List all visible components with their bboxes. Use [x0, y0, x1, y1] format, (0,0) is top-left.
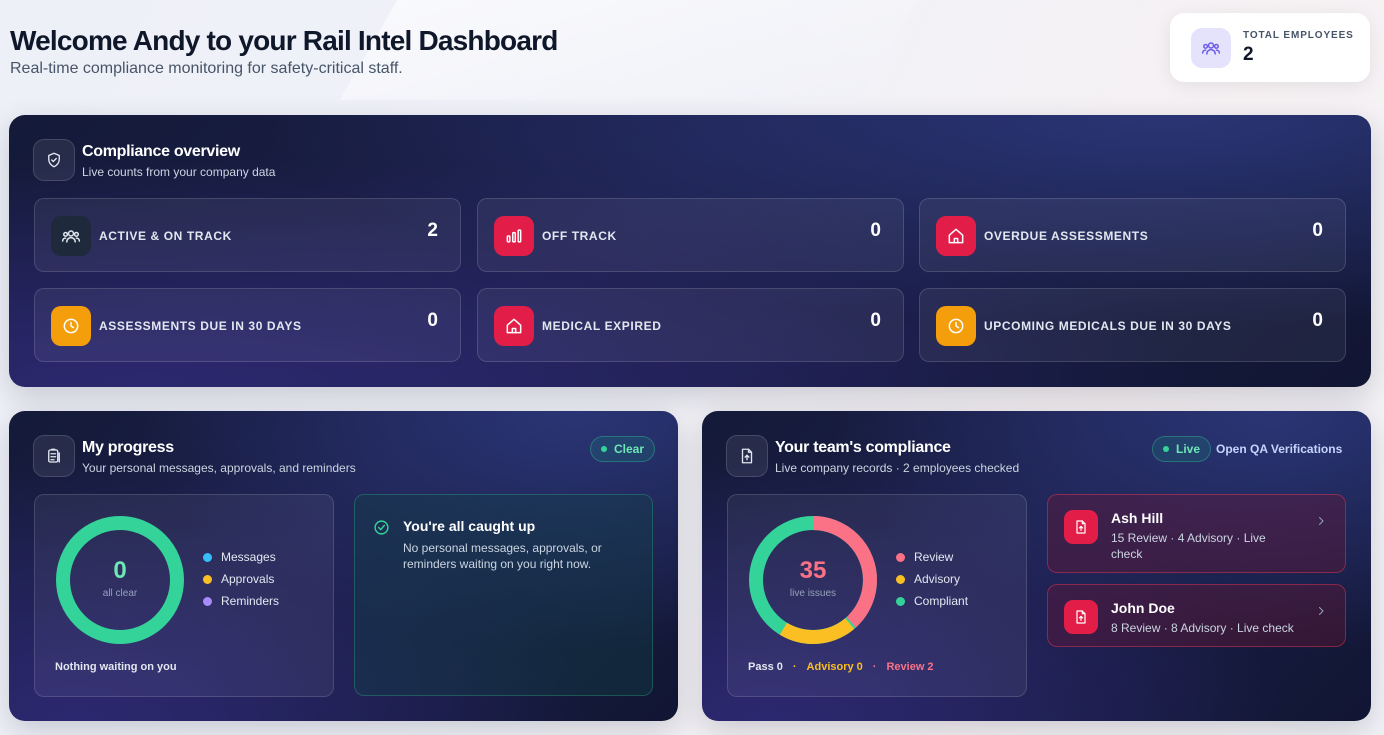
stat-label: MEDICAL EXPIRED: [542, 319, 662, 333]
caught-up-title: You're all caught up: [403, 518, 536, 534]
legend-label: Review: [914, 550, 954, 564]
legend-dot: [203, 552, 212, 562]
open-qa-verifications-link[interactable]: Open QA Verifications: [1216, 442, 1342, 456]
legend-label: Advisory: [914, 572, 961, 586]
legend-item: Compliant: [896, 590, 968, 612]
total-employees-card: TOTAL EMPLOYEES 2: [1170, 13, 1370, 82]
chevron-right-icon: [1319, 607, 1324, 615]
person-name: Ash Hill: [1111, 510, 1164, 526]
team-chart-box: 35 live issues Review Advisory Compliant…: [727, 494, 1027, 697]
page-title: Welcome Andy to your Rail Intel Dashboar…: [10, 25, 558, 56]
stat-off-track[interactable]: OFF TRACK 0: [477, 198, 904, 272]
legend-dot: [203, 574, 212, 584]
stat-overdue-assessments[interactable]: OVERDUE ASSESSMENTS 0: [919, 198, 1346, 272]
stat-medical-expired[interactable]: MEDICAL EXPIRED 0: [477, 288, 904, 362]
file-upload-icon: [1064, 510, 1098, 544]
status-badge: Live: [1152, 436, 1212, 462]
stat-upcoming-medicals[interactable]: UPCOMING MEDICALS DUE IN 30 DAYS 0: [919, 288, 1346, 362]
legend-item: Approvals: [203, 568, 279, 590]
home-icon: [494, 306, 534, 346]
status-dot: [1163, 446, 1169, 452]
legend-dot: [896, 552, 905, 562]
shield-check-icon: [33, 139, 75, 181]
status-badge: Clear: [590, 436, 656, 462]
stat-active-on-track[interactable]: ACTIVE & ON TRACK 2: [34, 198, 461, 272]
legend-item: Advisory: [896, 568, 968, 590]
stat-value: 0: [870, 220, 881, 241]
legend-label: Reminders: [221, 594, 280, 608]
panel-title: Your team's compliance: [775, 439, 951, 456]
team-summary: Pass 0 · Advisory 0 · Review 2: [748, 661, 934, 673]
panel-title: My progress: [82, 439, 174, 456]
caught-up-card: You're all caught up No personal message…: [354, 494, 653, 696]
page-subtitle: Real-time compliance monitoring for safe…: [10, 60, 403, 77]
donut-value: 0: [113, 557, 127, 584]
status-badge-label: Live: [1176, 442, 1201, 456]
legend-dot: [896, 596, 905, 606]
legend-item: Review: [896, 546, 968, 568]
stat-value: 0: [1312, 310, 1323, 331]
legend-label: Messages: [221, 550, 276, 564]
legend-label: Approvals: [221, 572, 275, 586]
legend-item: Reminders: [203, 590, 279, 612]
summary-separator: ·: [872, 661, 877, 673]
stat-label: OVERDUE ASSESSMENTS: [984, 229, 1149, 243]
stat-value: 2: [427, 220, 438, 241]
clock-icon: [936, 306, 976, 346]
my-progress-panel: My progress Your personal messages, appr…: [9, 411, 678, 721]
summary-pass: Pass 0: [748, 661, 783, 673]
stat-label: UPCOMING MEDICALS DUE IN 30 DAYS: [984, 319, 1232, 333]
donut-caption: live issues: [789, 588, 837, 599]
panel-subtitle: Live company records · 2 employees check…: [775, 461, 1020, 475]
legend-dot: [896, 574, 905, 584]
home-icon: [936, 216, 976, 256]
clock-icon: [51, 306, 91, 346]
summary-advisory: Advisory 0: [806, 661, 863, 673]
total-employees-value: 2: [1243, 43, 1254, 65]
stat-label: OFF TRACK: [542, 229, 617, 243]
progress-footer: Nothing waiting on you: [55, 661, 177, 673]
users-icon: [1191, 27, 1231, 68]
total-employees-label: TOTAL EMPLOYEES: [1243, 29, 1354, 41]
status-dot: [601, 446, 607, 452]
stat-value: 0: [427, 310, 438, 331]
stat-label: ACTIVE & ON TRACK: [99, 229, 232, 243]
progress-chart-box: 0 all clear Messages Approvals Reminders…: [34, 494, 334, 697]
panel-title: Compliance overview: [82, 143, 240, 160]
legend-dot: [203, 596, 212, 606]
compliance-overview-panel: Compliance overview Live counts from you…: [9, 115, 1371, 387]
legend-item: Messages: [203, 546, 279, 568]
person-meta: 8 Review · 8 Advisory · Live check: [1111, 621, 1294, 635]
status-badge-label: Clear: [614, 442, 645, 456]
caught-up-text: No personal messages, approvals, or remi…: [403, 541, 602, 571]
legend-label: Compliant: [914, 594, 969, 608]
person-card-john-doe[interactable]: John Doe 8 Review · 8 Advisory · Live ch…: [1047, 584, 1346, 647]
page-header: Welcome Andy to your Rail Intel Dashboar…: [10, 24, 558, 78]
stat-label: ASSESSMENTS DUE IN 30 DAYS: [99, 319, 302, 333]
team-legend: Review Advisory Compliant: [896, 546, 968, 612]
users-icon: [51, 216, 91, 256]
check-circle-icon: [374, 520, 389, 535]
person-meta: 15 Review · 4 Advisory · Live check: [1111, 531, 1266, 561]
stat-value: 0: [870, 310, 881, 331]
donut-value: 35: [799, 557, 827, 584]
summary-review: Review 2: [886, 661, 934, 673]
person-card-ash-hill[interactable]: Ash Hill 15 Review · 4 Advisory · Live c…: [1047, 494, 1346, 573]
person-name: John Doe: [1111, 600, 1175, 616]
summary-separator: ·: [792, 661, 797, 673]
stat-value: 0: [1312, 220, 1323, 241]
chevron-right-icon: [1319, 517, 1324, 525]
bar-chart-icon: [494, 216, 534, 256]
progress-legend: Messages Approvals Reminders: [203, 546, 279, 612]
team-compliance-panel: Your team's compliance Live company reco…: [702, 411, 1371, 721]
stat-assessments-due[interactable]: ASSESSMENTS DUE IN 30 DAYS 0: [34, 288, 461, 362]
panel-subtitle: Your personal messages, approvals, and r…: [82, 461, 356, 475]
file-upload-icon: [726, 435, 768, 477]
file-upload-icon: [1064, 600, 1098, 634]
clipboard-icon: [33, 435, 75, 477]
donut-caption: all clear: [102, 588, 138, 599]
panel-subtitle: Live counts from your company data: [82, 165, 276, 179]
